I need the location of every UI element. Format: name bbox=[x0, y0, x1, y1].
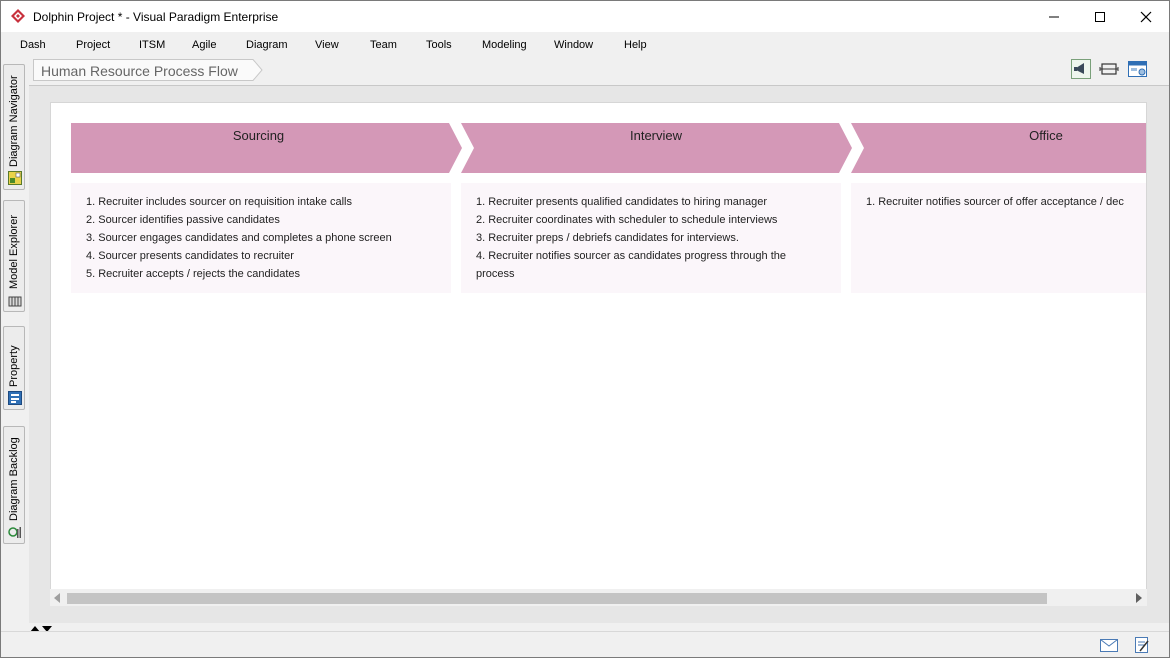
office-step: 1. Recruiter notifies sourcer of offer a… bbox=[866, 196, 1124, 208]
horizontal-scrollbar[interactable] bbox=[50, 589, 1147, 606]
minimize-icon bbox=[1049, 16, 1059, 17]
sourcing-step: 3. Sourcer engages candidates and comple… bbox=[86, 232, 392, 244]
diagram-navigator-icon bbox=[8, 171, 22, 185]
stage-sourcing-notes[interactable]: 1. Recruiter includes sourcer on requisi… bbox=[71, 183, 451, 293]
mail-icon[interactable] bbox=[1100, 639, 1118, 653]
menu-view[interactable]: View bbox=[315, 39, 339, 51]
interview-step: 3. Recruiter preps / debriefs candidates… bbox=[476, 232, 739, 244]
scroll-left-icon[interactable] bbox=[54, 593, 62, 603]
menu-tools[interactable]: Tools bbox=[426, 39, 452, 51]
interview-step: 2. Recruiter coordinates with scheduler … bbox=[476, 214, 778, 226]
scroll-right-icon[interactable] bbox=[1135, 593, 1143, 603]
menu-team[interactable]: Team bbox=[370, 39, 397, 51]
megaphone-button[interactable] bbox=[1071, 59, 1091, 79]
diagram-layout-icon bbox=[1128, 61, 1147, 77]
menu-project[interactable]: Project bbox=[76, 39, 110, 51]
menu-bar: Dash Project ITSM Agile Diagram View Tea… bbox=[1, 34, 1169, 56]
maximize-icon bbox=[1095, 11, 1105, 22]
diagram-layout-button[interactable] bbox=[1127, 59, 1147, 79]
stage-office-notes[interactable]: 1. Recruiter notifies sourcer of offer a… bbox=[851, 183, 1146, 293]
breadcrumb-diagram-name: Human Resource Process Flow bbox=[41, 63, 238, 79]
sourcing-step: 1. Recruiter includes sourcer on requisi… bbox=[86, 196, 352, 208]
model-explorer-icon bbox=[8, 296, 22, 307]
tab-model-explorer[interactable]: Model Explorer bbox=[3, 200, 25, 312]
breadcrumb-bar: Human Resource Process Flow bbox=[29, 57, 1169, 83]
tab-diagram-navigator-label: Diagram Navigator bbox=[8, 75, 20, 167]
fit-to-window-icon bbox=[1099, 63, 1119, 75]
stage-office-header: Office bbox=[851, 123, 1146, 173]
menu-diagram[interactable]: Diagram bbox=[246, 39, 288, 51]
menu-window[interactable]: Window bbox=[554, 39, 593, 51]
window-title: Dolphin Project * - Visual Paradigm Ente… bbox=[33, 10, 279, 24]
stage-interview-notes[interactable]: 1. Recruiter presents qualified candidat… bbox=[461, 183, 841, 293]
menu-help[interactable]: Help bbox=[624, 39, 647, 51]
diagram-pane: Sourcing 1. Recruiter includes sourcer o… bbox=[29, 85, 1169, 623]
menu-dash[interactable]: Dash bbox=[20, 39, 46, 51]
megaphone-icon bbox=[1071, 59, 1091, 79]
tab-property[interactable]: Property bbox=[3, 326, 25, 410]
tab-property-label: Property bbox=[8, 345, 20, 387]
diagram-backlog-icon bbox=[8, 527, 21, 538]
menu-itsm[interactable]: ITSM bbox=[139, 39, 165, 51]
tab-model-explorer-label: Model Explorer bbox=[8, 215, 20, 289]
app-window: Dolphin Project * - Visual Paradigm Ente… bbox=[0, 0, 1170, 658]
interview-step: process bbox=[476, 268, 515, 280]
visual-paradigm-logo-icon bbox=[11, 9, 25, 23]
stage-interview-title: Interview bbox=[629, 128, 683, 143]
close-button[interactable] bbox=[1123, 1, 1169, 32]
panel-collapse-toggle[interactable] bbox=[29, 622, 55, 632]
tab-diagram-backlog-label: Diagram Backlog bbox=[8, 437, 20, 521]
minimize-button[interactable] bbox=[1031, 1, 1077, 32]
side-tab-bar: Diagram Navigator Model Explorer Propert… bbox=[1, 58, 27, 558]
close-icon bbox=[1140, 11, 1152, 22]
diagram-canvas[interactable]: Sourcing 1. Recruiter includes sourcer o… bbox=[50, 102, 1147, 605]
tab-diagram-backlog[interactable]: Diagram Backlog bbox=[3, 426, 25, 544]
fit-diagram-button[interactable] bbox=[1099, 59, 1119, 79]
status-bar bbox=[1, 631, 1169, 657]
tab-diagram-navigator[interactable]: Diagram Navigator bbox=[3, 64, 25, 190]
menu-modeling[interactable]: Modeling bbox=[482, 39, 527, 51]
stage-sourcing-title: Sourcing bbox=[232, 128, 285, 143]
sourcing-step: 2. Sourcer identifies passive candidates bbox=[86, 214, 280, 226]
menu-agile[interactable]: Agile bbox=[192, 39, 216, 51]
interview-step: 1. Recruiter presents qualified candidat… bbox=[476, 196, 768, 208]
sourcing-step: 5. Recruiter accepts / rejects the candi… bbox=[86, 268, 300, 280]
sourcing-step: 4. Sourcer presents candidates to recrui… bbox=[86, 250, 294, 262]
horizontal-scroll-thumb[interactable] bbox=[67, 593, 1047, 604]
stage-interview-header: Interview bbox=[461, 123, 851, 173]
interview-step: 4. Recruiter notifies sourcer as candida… bbox=[476, 250, 786, 262]
maximize-button[interactable] bbox=[1077, 1, 1123, 32]
edit-document-icon[interactable] bbox=[1134, 636, 1150, 654]
stage-office-title: Office bbox=[1029, 128, 1063, 143]
title-bar: Dolphin Project * - Visual Paradigm Ente… bbox=[1, 1, 1169, 32]
property-icon bbox=[8, 391, 22, 405]
stage-sourcing-header: Sourcing bbox=[71, 123, 446, 173]
